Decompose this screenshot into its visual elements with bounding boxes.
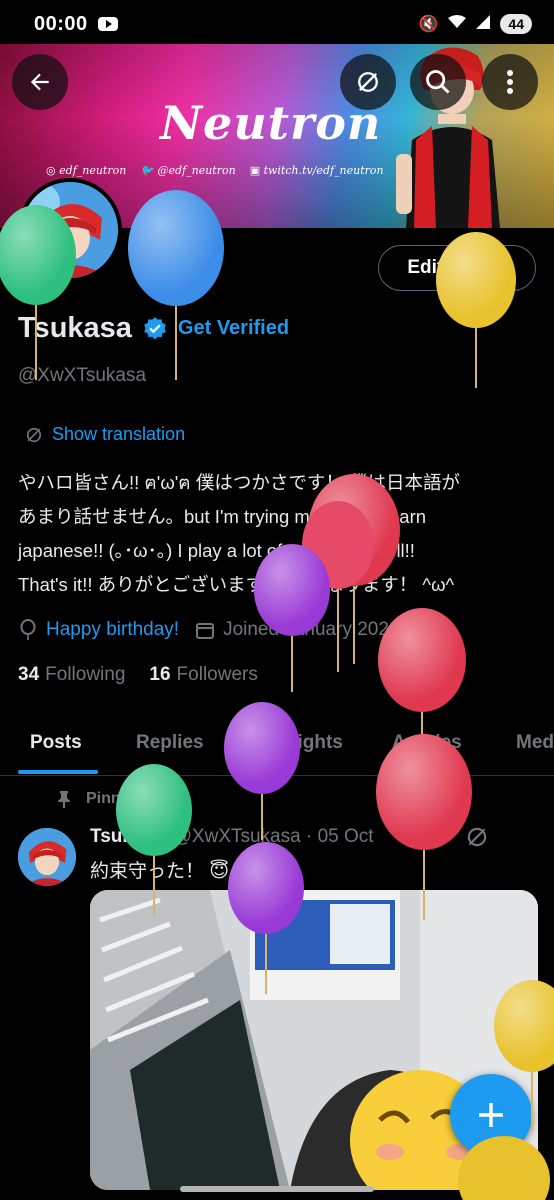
banner-twitch: ▣ twitch.tv/edf_neutron [249, 164, 384, 177]
show-translation-label: Show translation [52, 424, 186, 444]
banner-socials: ◎ edf_neutron 🐦 @edf_neutron ▣ twitch.tv… [46, 164, 384, 177]
joined-date: Joined January 2020 [223, 618, 400, 640]
display-name: Tsukasa [18, 312, 132, 344]
bio-line: japanese!! (｡･ω･｡) I play a lot of games… [18, 540, 415, 561]
get-verified-link[interactable]: Get Verified [178, 317, 289, 340]
bio-line: That's it!! ありがとございます！ がんばります！ ^ω^ [18, 574, 455, 595]
battery-badge: 44 [500, 14, 532, 34]
back-arrow-icon [30, 73, 49, 91]
post-avatar[interactable] [18, 828, 76, 886]
bio-line: やハロ皆さん!! ฅ'ω'ฅ 僕はつかさです！ 僕は日本語が [18, 472, 460, 493]
tab-posts[interactable]: Posts [30, 732, 82, 754]
bio-line: あまり話せません。but I'm trying my best to learn [18, 506, 427, 527]
home-indicator[interactable] [180, 1186, 374, 1192]
pinned-text: Pinned [86, 790, 140, 807]
balloon-icon [20, 618, 36, 640]
verified-badge-icon [144, 316, 166, 340]
profile-tabs: Posts Replies Highlights Articles Media [0, 722, 554, 776]
name-row: Tsukasa Get Verified [18, 312, 289, 345]
more-icon [507, 70, 513, 94]
clock: 00:00 [34, 12, 88, 35]
profile-handle: @XwXTsukasa [18, 365, 147, 386]
youtube-notification-icon [97, 17, 118, 31]
followers-link[interactable]: 16 Followers [149, 664, 257, 686]
banner-twitter: 🐦 @edf_neutron [140, 164, 236, 177]
status-icons: 🔇 44 [418, 14, 532, 34]
calendar-icon [196, 622, 215, 639]
tab-replies[interactable]: Replies [136, 732, 204, 754]
signal-icon [476, 14, 491, 34]
pinned-label: Pinned [56, 790, 139, 808]
mute-icon: 🔇 [418, 16, 439, 33]
birthday-link[interactable]: Happy birthday! [46, 619, 179, 641]
more-options-button[interactable] [482, 54, 538, 110]
post-text: 約束守った！ 😇 [90, 861, 230, 882]
wifi-icon [448, 14, 467, 34]
back-button[interactable] [12, 54, 68, 110]
post-grok-icon[interactable] [464, 824, 490, 850]
pin-icon [58, 791, 70, 808]
chevron-right-icon[interactable]: › [410, 618, 417, 641]
follow-counts: 34 Following 16 Followers [18, 664, 258, 686]
profile-meta: Happy birthday! Joined January 2020 › [18, 618, 416, 641]
tab-media[interactable]: Media [516, 732, 554, 754]
plus-icon [479, 1103, 503, 1127]
active-tab-indicator [18, 770, 98, 774]
banner-instagram: ◎ edf_neutron [46, 164, 127, 177]
post-author-name[interactable]: Tsukasa [90, 826, 165, 848]
compose-post-button[interactable] [450, 1074, 532, 1156]
profile-avatar[interactable] [18, 178, 122, 282]
status-bar: 00:00 🔇 44 [0, 0, 554, 48]
search-button[interactable] [410, 54, 466, 110]
grok-button[interactable] [340, 54, 396, 110]
translate-icon [26, 427, 42, 442]
tab-articles[interactable]: Articles [392, 732, 462, 754]
tab-highlights[interactable]: Highlights [250, 732, 343, 754]
post-header: Tsukasa @XwXTsukasa · 05 Oct [90, 826, 374, 848]
grok-icon [358, 72, 378, 92]
edit-profile-button[interactable]: Edit profile [378, 245, 536, 291]
profile-bio: やハロ皆さん!! ฅ'ω'ฅ 僕はつかさです！ 僕は日本語が あまり話せません。… [18, 466, 538, 602]
search-icon [426, 70, 450, 94]
following-link[interactable]: 34 Following [18, 664, 125, 686]
banner-title: Neutron [160, 96, 382, 150]
post-meta: @XwXTsukasa · 05 Oct [172, 826, 374, 847]
show-translation-link[interactable]: Show translation [24, 424, 185, 445]
